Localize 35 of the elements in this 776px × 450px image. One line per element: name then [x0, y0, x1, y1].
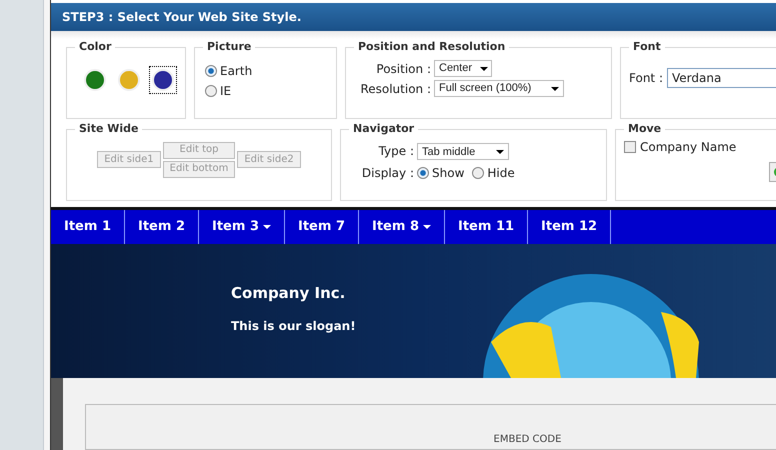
field-label: Resolution : — [359, 80, 432, 98]
caret-icon — [551, 86, 559, 90]
field-label: Display : — [360, 165, 415, 182]
caret-icon — [263, 225, 271, 229]
radio-button[interactable] — [417, 167, 429, 180]
group-legend: Navigator — [349, 121, 418, 138]
group-legend: Color — [75, 39, 116, 56]
header-bar: STEP3 : Select Your Web Site Style. — [51, 3, 776, 31]
group-legend: Font — [629, 39, 665, 56]
embed-code-label: EMBED CODE — [494, 433, 562, 447]
field-label: Font : — [629, 70, 663, 86]
dropdown-select[interactable]: Center — [434, 60, 492, 77]
group-legend: Picture — [203, 39, 256, 56]
group-legend: Position and Resolution — [354, 39, 510, 56]
field-label: Type : — [378, 142, 415, 160]
company-name: Company Inc. — [231, 283, 346, 304]
radio-label: Earth — [220, 62, 252, 80]
caret-icon — [496, 150, 504, 154]
caret-icon — [423, 225, 431, 229]
dropdown-select[interactable]: Full screen (100%) — [434, 80, 564, 97]
font-input[interactable]: Verdana — [666, 68, 776, 88]
radio-label: Hide — [487, 165, 515, 182]
field-label: Position : — [375, 60, 432, 78]
group-legend: Move — [624, 121, 666, 138]
radio-label: IE — [220, 82, 232, 100]
radio-label: Show — [432, 165, 464, 182]
slogan: This is our slogan! — [231, 318, 356, 334]
checkbox-label: Company Name — [640, 138, 736, 156]
radio-button[interactable] — [205, 84, 217, 96]
caret-icon — [480, 66, 488, 70]
radio-button[interactable] — [205, 64, 217, 76]
radio-button[interactable] — [472, 167, 484, 180]
group-legend: Site Wide — [75, 121, 142, 138]
checkbox[interactable] — [624, 140, 636, 152]
dropdown-select[interactable]: Tab middle — [417, 143, 509, 160]
